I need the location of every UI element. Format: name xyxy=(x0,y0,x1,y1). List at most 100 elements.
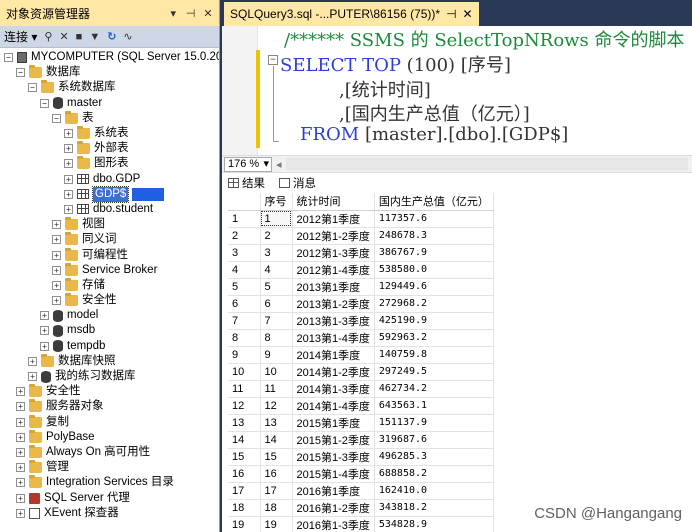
table-row[interactable]: 15 15 2015第1-3季度 496285.3 xyxy=(228,448,494,466)
expand-icon[interactable]: + xyxy=(16,402,25,412)
cell-gdp[interactable]: 688858.2 xyxy=(374,465,494,483)
cell-tongjishijian[interactable]: 2013第1-3季度 xyxy=(292,312,375,330)
cell-xuhao[interactable]: 7 xyxy=(260,312,293,330)
expand-icon[interactable]: + xyxy=(64,174,73,184)
zoom-select[interactable]: 176 % ▾ xyxy=(224,156,272,172)
table-row[interactable]: 17 17 2016第1季度 162410.0 xyxy=(228,482,494,500)
tree-service-broker[interactable]: + Service Broker xyxy=(0,262,219,278)
table-row[interactable]: 16 16 2015第1-4季度 688858.2 xyxy=(228,465,494,483)
table-row[interactable]: 1 1 2012第1季度 117357.6 xyxy=(228,210,494,228)
stop-icon[interactable]: ■ xyxy=(76,31,83,43)
expand-icon[interactable]: + xyxy=(16,478,25,488)
window-position-icon[interactable]: ▾ xyxy=(166,7,180,20)
cell-gdp[interactable]: 319687.6 xyxy=(374,431,494,449)
collapse-icon[interactable]: − xyxy=(4,53,13,63)
column-header[interactable]: 国内生产总值（亿元） xyxy=(374,193,494,211)
cell-xuhao[interactable]: 11 xyxy=(260,380,293,398)
cell-xuhao[interactable]: 10 xyxy=(260,363,293,381)
tree-table-dbo-student[interactable]: + dbo.student xyxy=(0,202,219,217)
cell-xuhao[interactable]: 2 xyxy=(260,227,293,245)
tree-storage[interactable]: + 存储 xyxy=(0,277,219,293)
cell-gdp[interactable]: 129449.6 xyxy=(374,278,494,296)
cell-tongjishijian[interactable]: 2016第1-2季度 xyxy=(292,499,375,517)
table-row[interactable]: 2 2 2012第1-2季度 248678.3 xyxy=(228,227,494,245)
pin-icon[interactable]: ⊣ xyxy=(184,7,198,20)
expand-icon[interactable]: + xyxy=(64,204,73,214)
table-row[interactable]: 10 10 2014第1-2季度 297249.5 xyxy=(228,363,494,381)
collapse-icon[interactable]: − xyxy=(40,98,49,108)
cell-gdp[interactable]: 538580.0 xyxy=(374,261,494,279)
table-row[interactable]: 3 3 2012第1-3季度 386767.9 xyxy=(228,244,494,262)
tree-server[interactable]: − MYCOMPUTER (SQL Server 15.0.2080.9 xyxy=(0,50,219,65)
expand-icon[interactable]: + xyxy=(52,220,61,230)
cell-tongjishijian[interactable]: 2014第1-4季度 xyxy=(292,397,375,415)
expand-icon[interactable]: + xyxy=(28,372,37,382)
tree-integration-services[interactable]: + Integration Services 目录 xyxy=(0,475,219,490)
cell-xuhao[interactable]: 8 xyxy=(260,329,293,347)
tree-db-model[interactable]: + model xyxy=(0,308,219,323)
cell-gdp[interactable]: 425190.9 xyxy=(374,312,494,330)
table-row[interactable]: 11 11 2014第1-3季度 462734.2 xyxy=(228,380,494,398)
scroll-left-icon[interactable]: ◂ xyxy=(276,158,282,171)
cell-tongjishijian[interactable]: 2013第1季度 xyxy=(292,278,375,296)
expand-icon[interactable]: + xyxy=(16,387,25,397)
expand-icon[interactable]: + xyxy=(16,508,25,518)
cell-gdp[interactable]: 297249.5 xyxy=(374,363,494,381)
cell-gdp[interactable]: 162410.0 xyxy=(374,482,494,500)
cell-tongjishijian[interactable]: 2012第1-4季度 xyxy=(292,261,375,279)
cell-tongjishijian[interactable]: 2015第1-2季度 xyxy=(292,431,375,449)
cell-xuhao[interactable]: 14 xyxy=(260,431,293,449)
expand-icon[interactable]: + xyxy=(16,417,25,427)
cell-gdp[interactable]: 343818.2 xyxy=(374,499,494,517)
connect-button[interactable]: 连接 ▾ xyxy=(4,28,37,45)
tree-tables[interactable]: − 表 xyxy=(0,110,219,126)
expand-icon[interactable]: + xyxy=(64,129,73,139)
tree-external-tables[interactable]: + 外部表 xyxy=(0,141,219,156)
tree-replication[interactable]: + 复制 xyxy=(0,414,219,430)
expand-icon[interactable]: + xyxy=(40,311,49,321)
cell-xuhao[interactable]: 16 xyxy=(260,465,293,483)
cell-tongjishijian[interactable]: 2013第1-2季度 xyxy=(292,295,375,313)
cell-gdp[interactable]: 248678.3 xyxy=(374,227,494,245)
cell-gdp[interactable]: 534828.9 xyxy=(374,516,494,532)
tree-graph-tables[interactable]: + 图形表 xyxy=(0,156,219,171)
tree-security[interactable]: + 安全性 xyxy=(0,384,219,399)
cell-xuhao[interactable]: 1 xyxy=(260,210,293,228)
cell-gdp[interactable]: 643563.1 xyxy=(374,397,494,415)
fold-toggle-icon[interactable]: − xyxy=(268,55,278,65)
cell-gdp[interactable]: 272968.2 xyxy=(374,295,494,313)
tree-db-practice[interactable]: + 我的练习数据库 xyxy=(0,369,219,384)
close-icon[interactable]: ✕ xyxy=(201,7,215,20)
collapse-icon[interactable]: − xyxy=(28,83,37,93)
tree-server-objects[interactable]: + 服务器对象 xyxy=(0,399,219,414)
cell-gdp[interactable]: 386767.9 xyxy=(374,244,494,262)
cell-tongjishijian[interactable]: 2016第1-3季度 xyxy=(292,516,375,532)
table-row[interactable]: 13 13 2015第1季度 151137.9 xyxy=(228,414,494,432)
table-row[interactable]: 8 8 2013第1-4季度 592963.2 xyxy=(228,329,494,347)
rename-edit-box[interactable] xyxy=(132,187,165,201)
tree-db-master[interactable]: − master xyxy=(0,96,219,111)
tab-sqlquery3[interactable]: SQLQuery3.sql -...PUTER\86156 (75))* ⊣ ✕ xyxy=(224,2,479,26)
cell-xuhao[interactable]: 5 xyxy=(260,278,293,296)
cell-tongjishijian[interactable]: 2015第1季度 xyxy=(292,414,375,432)
tree-programmability[interactable]: + 可编程性 xyxy=(0,247,219,262)
cell-xuhao[interactable]: 19 xyxy=(260,516,293,532)
cell-tongjishijian[interactable]: 2012第1-3季度 xyxy=(292,244,375,262)
filter-icon[interactable]: ▼ xyxy=(89,31,100,43)
expand-icon[interactable]: + xyxy=(40,326,49,336)
cell-tongjishijian[interactable]: 2014第1-3季度 xyxy=(292,380,375,398)
cell-gdp[interactable]: 592963.2 xyxy=(374,329,494,347)
cell-gdp[interactable]: 117357.6 xyxy=(374,210,494,228)
expand-icon[interactable]: + xyxy=(52,265,61,275)
tree-databases[interactable]: − 数据库 xyxy=(0,65,219,80)
table-row[interactable]: 6 6 2013第1-2季度 272968.2 xyxy=(228,295,494,313)
tree-table-dbo-gdp[interactable]: + dbo.GDP xyxy=(0,172,219,187)
column-header[interactable]: 统计时间 xyxy=(292,193,375,211)
table-row[interactable]: 7 7 2013第1-3季度 425190.9 xyxy=(228,312,494,330)
horizontal-scrollbar[interactable] xyxy=(285,158,688,170)
tree-sql-agent[interactable]: + SQL Server 代理 xyxy=(0,490,219,505)
expand-icon[interactable]: + xyxy=(16,447,25,457)
cell-tongjishijian[interactable]: 2014第1季度 xyxy=(292,346,375,364)
cell-xuhao[interactable]: 6 xyxy=(260,295,293,313)
tree-db-snapshots[interactable]: + 数据库快照 xyxy=(0,353,219,369)
